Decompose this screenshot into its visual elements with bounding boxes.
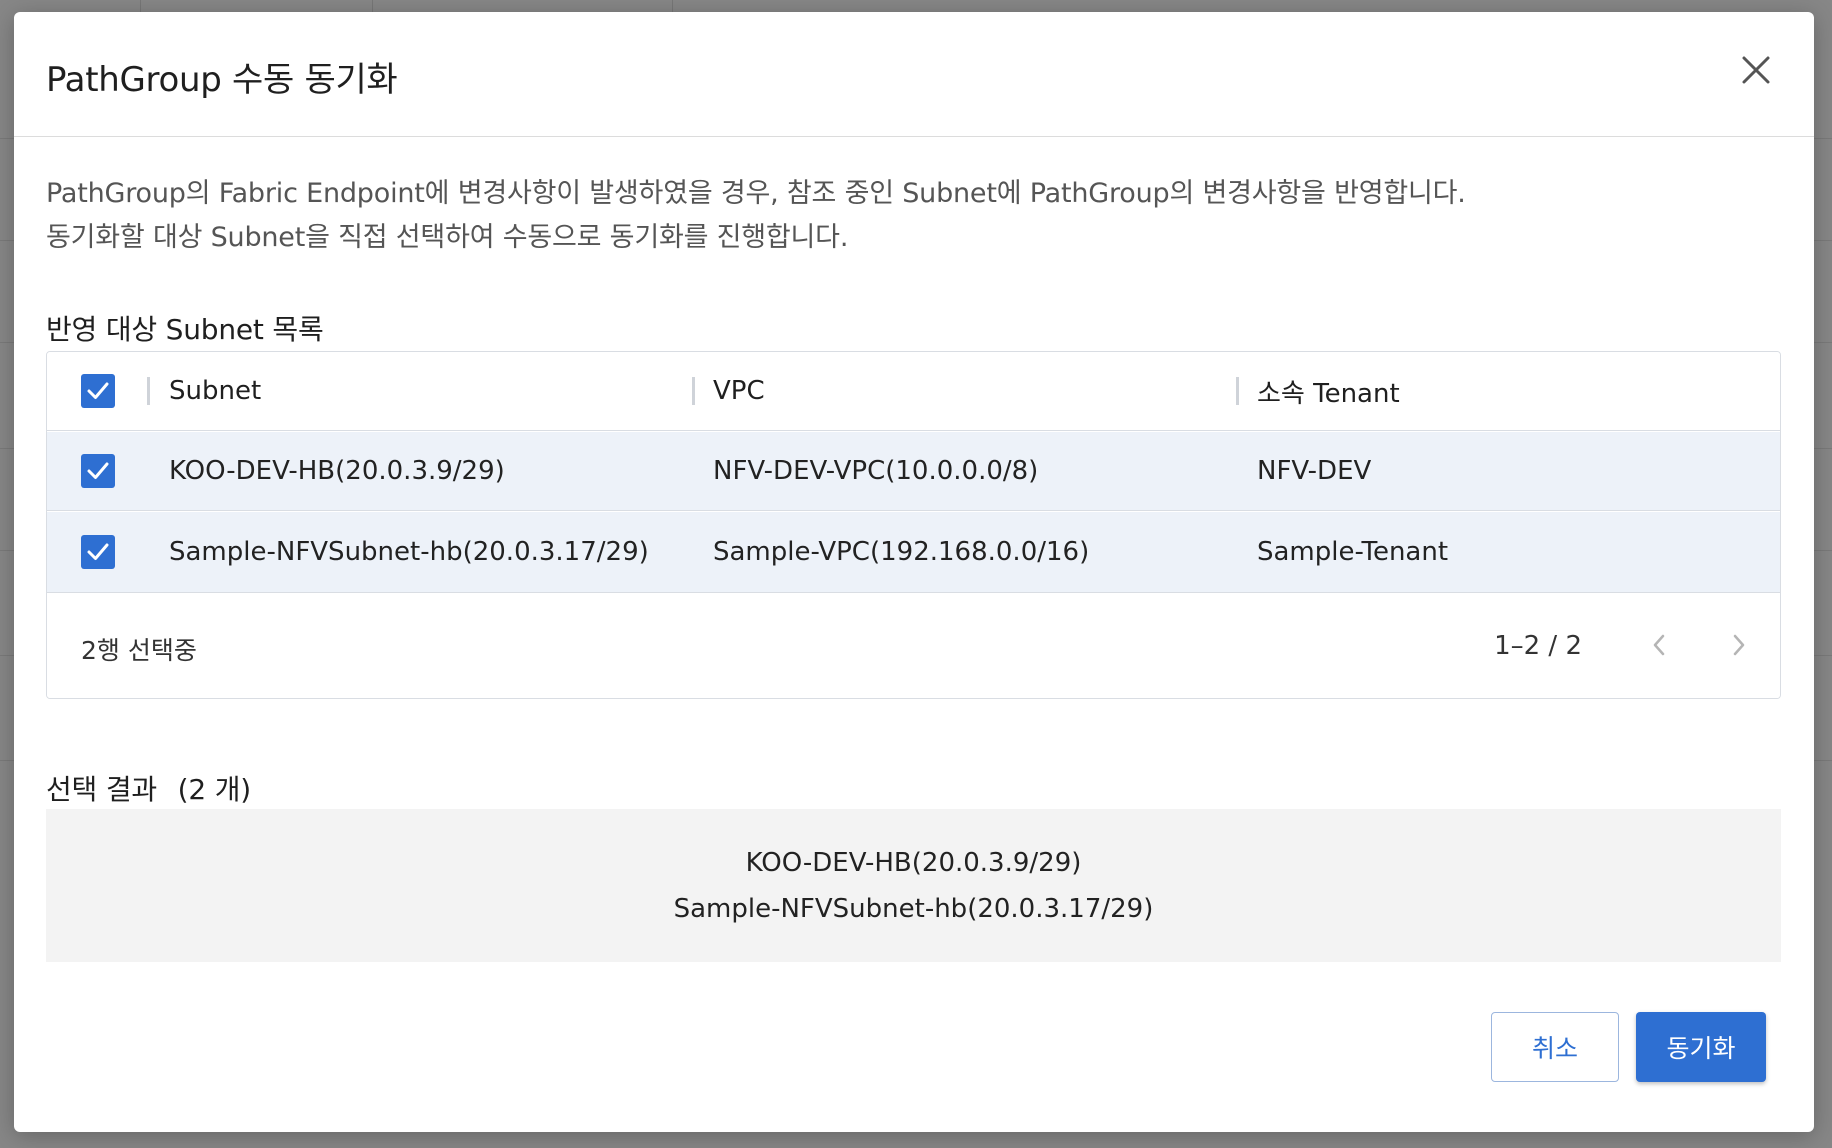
tenant-cell: Sample-Tenant (1257, 537, 1449, 567)
table-footer: 2행 선택중 1–2 / 2 (47, 595, 1780, 698)
pagination-info: 1–2 / 2 (1494, 631, 1582, 661)
chevron-right-icon (1733, 634, 1745, 656)
result-title-label: 선택 결과 (46, 773, 157, 806)
result-title: 선택 결과 (2 개) (46, 768, 251, 808)
column-header-subnet[interactable]: Subnet (169, 376, 261, 406)
table-row[interactable]: Sample-NFVSubnet-hb(20.0.3.17/29) Sample… (47, 512, 1780, 593)
check-icon (87, 462, 109, 479)
next-page-button[interactable] (1718, 625, 1758, 665)
column-header-vpc[interactable]: VPC (713, 376, 765, 406)
description-line: PathGroup의 Fabric Endpoint에 변경사항이 발생하였을 … (46, 178, 1466, 209)
dialog-title: PathGroup 수동 동기화 (46, 60, 398, 100)
close-icon (1742, 56, 1770, 84)
bg-divider (672, 0, 673, 12)
column-separator (1236, 377, 1239, 405)
chevron-left-icon (1653, 634, 1665, 656)
table-header: Subnet VPC 소속 Tenant (47, 352, 1780, 431)
table-row[interactable]: KOO-DEV-HB(20.0.3.9/29) NFV-DEV-VPC(10.0… (47, 432, 1780, 511)
result-count: (2 개) (177, 773, 252, 806)
check-icon (87, 382, 109, 399)
prev-page-button[interactable] (1640, 625, 1680, 665)
sync-dialog: PathGroup 수동 동기화 PathGroup의 Fabric Endpo… (14, 12, 1814, 1132)
dialog-description: PathGroup의 Fabric Endpoint에 변경사항이 발생하였을 … (46, 172, 1466, 260)
cancel-button[interactable]: 취소 (1491, 1012, 1619, 1082)
subnet-cell: Sample-NFVSubnet-hb(20.0.3.17/29) (169, 537, 649, 567)
column-separator (147, 377, 150, 405)
sync-button[interactable]: 동기화 (1636, 1012, 1766, 1082)
row-checkbox[interactable] (81, 535, 115, 569)
selection-status: 2행 선택중 (81, 636, 197, 665)
check-icon (87, 543, 109, 560)
result-item: Sample-NFVSubnet-hb(20.0.3.17/29) (673, 893, 1154, 924)
tenant-cell: NFV-DEV (1257, 456, 1372, 486)
select-all-checkbox[interactable] (81, 374, 115, 408)
description-line: 동기화할 대상 Subnet을 직접 선택하여 수동으로 동기화를 진행합니다. (46, 222, 849, 253)
subnet-cell: KOO-DEV-HB(20.0.3.9/29) (169, 456, 505, 486)
column-separator (692, 377, 695, 405)
dialog-header: PathGroup 수동 동기화 (14, 12, 1814, 137)
close-button[interactable] (1736, 50, 1776, 90)
result-item: KOO-DEV-HB(20.0.3.9/29) (745, 847, 1082, 878)
subnet-list-title: 반영 대상 Subnet 목록 (46, 313, 324, 346)
vpc-cell: NFV-DEV-VPC(10.0.0.0/8) (713, 456, 1039, 486)
subnet-table: Subnet VPC 소속 Tenant KOO-DEV-HB(20.0.3.9… (46, 351, 1781, 699)
selection-result-box: KOO-DEV-HB(20.0.3.9/29) Sample-NFVSubnet… (46, 809, 1781, 962)
column-header-tenant[interactable]: 소속 Tenant (1257, 373, 1400, 410)
bg-divider (372, 0, 373, 12)
vpc-cell: Sample-VPC(192.168.0.0/16) (713, 537, 1090, 567)
bg-divider (140, 0, 141, 12)
row-checkbox[interactable] (81, 454, 115, 488)
